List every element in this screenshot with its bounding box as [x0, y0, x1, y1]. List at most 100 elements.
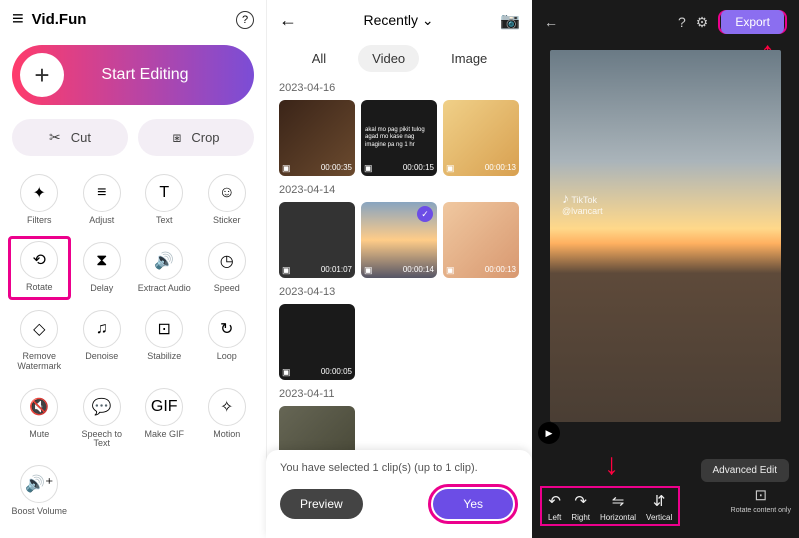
crop-label: Crop	[191, 130, 219, 145]
help-icon[interactable]: ?	[678, 14, 686, 30]
video-icon: ▣	[364, 265, 373, 276]
video-thumb[interactable]: akal mo pag pikit tulog agad mo kase nag…	[361, 100, 437, 176]
speech-to-text-icon: 💬	[83, 388, 121, 426]
rotate-label: Right	[571, 513, 590, 522]
extract-audio-icon: 🔊	[145, 242, 183, 280]
loop-icon: ↻	[208, 310, 246, 348]
video-thumb[interactable]: ▣ 00:01:07	[279, 202, 355, 278]
tool-label: Sticker	[213, 216, 241, 226]
rotate-label: Horizontal	[600, 513, 636, 522]
app-title: Vid.Fun	[32, 11, 236, 28]
tool-stabilize[interactable]: ⊡Stabilize	[133, 304, 196, 378]
rotate-horizontal-icon: ⇋	[612, 492, 625, 510]
tool-sticker[interactable]: ☺Sticker	[196, 168, 259, 232]
plus-icon: +	[20, 53, 64, 97]
rotate-content-only-button[interactable]: ⊡ Rotate content only	[731, 486, 791, 514]
video-icon: ▣	[282, 265, 291, 276]
tool-label: Boost Volume	[11, 507, 67, 517]
tool-label: Extract Audio	[138, 284, 191, 294]
tool-denoise[interactable]: ♫ Denoise	[71, 304, 134, 378]
preview-button[interactable]: Preview	[280, 489, 363, 519]
rotate-vertical-icon: ⇵	[653, 492, 666, 510]
video-thumb[interactable]: ✓▣00:00:14	[361, 202, 437, 278]
video-icon: ▣	[282, 367, 291, 378]
annotation-arrow-icon: ↓	[604, 448, 619, 482]
rotate-label: Vertical	[646, 513, 672, 522]
start-editing-button[interactable]: + Start Editing	[12, 45, 254, 105]
tool-text[interactable]: T Text	[133, 168, 196, 232]
rotate-content-label: Rotate content only	[731, 507, 791, 514]
tool-label: Delay	[90, 284, 113, 294]
tool-mute[interactable]: 🔇Mute	[8, 382, 71, 456]
export-button[interactable]: Export	[721, 10, 784, 34]
back-icon[interactable]: ←	[544, 14, 558, 30]
tool-speed[interactable]: ◷Speed	[196, 236, 259, 300]
scissors-icon: ✂	[49, 129, 61, 146]
crop-button[interactable]: ⧆ Crop	[138, 119, 254, 156]
video-preview[interactable]: ♪ TikTok @lvancart	[550, 50, 781, 422]
video-icon: ▣	[446, 163, 455, 174]
advanced-edit-button[interactable]: Advanced Edit	[701, 459, 790, 482]
tool-make-gif[interactable]: GIFMake GIF	[133, 382, 196, 456]
tool-boost-volume[interactable]: 🔊⁺ Boost Volume	[8, 459, 71, 523]
settings-icon[interactable]: ⚙	[696, 14, 709, 31]
remove-watermark-icon: ◇	[20, 310, 58, 348]
tool-label: Denoise	[85, 352, 118, 362]
tool-label: Speed	[214, 284, 240, 294]
cut-label: Cut	[71, 130, 91, 145]
video-icon: ▣	[364, 163, 373, 174]
tool-filters[interactable]: ✦Filters	[8, 168, 71, 232]
boost-volume-icon: 🔊⁺	[20, 465, 58, 503]
tool-speech-to-text[interactable]: 💬 Speech to Text	[71, 382, 134, 456]
crop-icon: ⧆	[172, 129, 181, 146]
text-icon: T	[145, 174, 183, 212]
video-thumb[interactable]: ▣00:00:13	[443, 100, 519, 176]
video-icon: ▣	[282, 163, 291, 174]
tool-label: Speech to Text	[73, 430, 132, 450]
duration: 00:00:13	[485, 265, 516, 276]
tool-label: Text	[156, 216, 173, 226]
camera-icon[interactable]: 📷	[500, 11, 520, 31]
tool-extract-audio[interactable]: 🔊 Extract Audio	[133, 236, 196, 300]
video-thumb[interactable]: ▣00:00:05	[279, 304, 355, 380]
rotate-horizontal-button[interactable]: ⇋ Horizontal	[600, 492, 636, 522]
adjust-icon: ≡	[83, 174, 121, 212]
duration: 00:00:14	[403, 265, 434, 276]
date-label: 2023-04-16	[279, 82, 520, 94]
rotate-icon: ⟲	[20, 241, 58, 279]
video-thumb[interactable]: ▣00:00:13	[443, 202, 519, 278]
date-label: 2023-04-14	[279, 184, 520, 196]
filters-icon: ✦	[20, 174, 58, 212]
tool-remove-watermark[interactable]: ◇Remove Watermark	[8, 304, 71, 378]
cut-button[interactable]: ✂ Cut	[12, 119, 128, 156]
folder-dropdown[interactable]: Recently ⌄	[297, 12, 500, 29]
rotate-left-button[interactable]: ↶Left	[548, 492, 561, 522]
tool-adjust[interactable]: ≡ Adjust	[71, 168, 134, 232]
play-button[interactable]: ▶	[538, 422, 560, 444]
menu-icon[interactable]: ≡	[12, 8, 24, 31]
yes-button[interactable]: Yes	[433, 489, 513, 519]
tool-label: Adjust	[89, 216, 114, 226]
rotate-right-button[interactable]: ↷ Right	[571, 492, 590, 522]
help-icon[interactable]: ?	[236, 11, 254, 29]
date-label: 2023-04-11	[279, 388, 520, 400]
tab-all[interactable]: All	[298, 45, 340, 72]
selection-bar: You have selected 1 clip(s) (up to 1 cli…	[266, 450, 532, 538]
tab-image[interactable]: Image	[437, 45, 501, 72]
tool-delay[interactable]: ⧗Delay	[71, 236, 134, 300]
tool-label: Motion	[213, 430, 240, 440]
tool-label: Mute	[29, 430, 49, 440]
video-thumb[interactable]: ▣00:00:35	[279, 100, 355, 176]
tab-video[interactable]: Video	[358, 45, 419, 72]
tool-loop[interactable]: ↻Loop	[196, 304, 259, 378]
rotate-vertical-button[interactable]: ⇵ Vertical	[646, 492, 672, 522]
duration: 00:01:07	[321, 265, 352, 276]
rotate-right-icon: ↷	[574, 492, 587, 510]
tool-rotate[interactable]: ⟲ Rotate	[8, 236, 71, 300]
back-icon[interactable]: ←	[279, 10, 297, 31]
denoise-icon: ♫	[83, 310, 121, 348]
stabilize-icon: ⊡	[145, 310, 183, 348]
tool-motion[interactable]: ✧Motion	[196, 382, 259, 456]
tool-label: Make GIF	[144, 430, 184, 440]
tool-label: Rotate	[26, 283, 53, 293]
